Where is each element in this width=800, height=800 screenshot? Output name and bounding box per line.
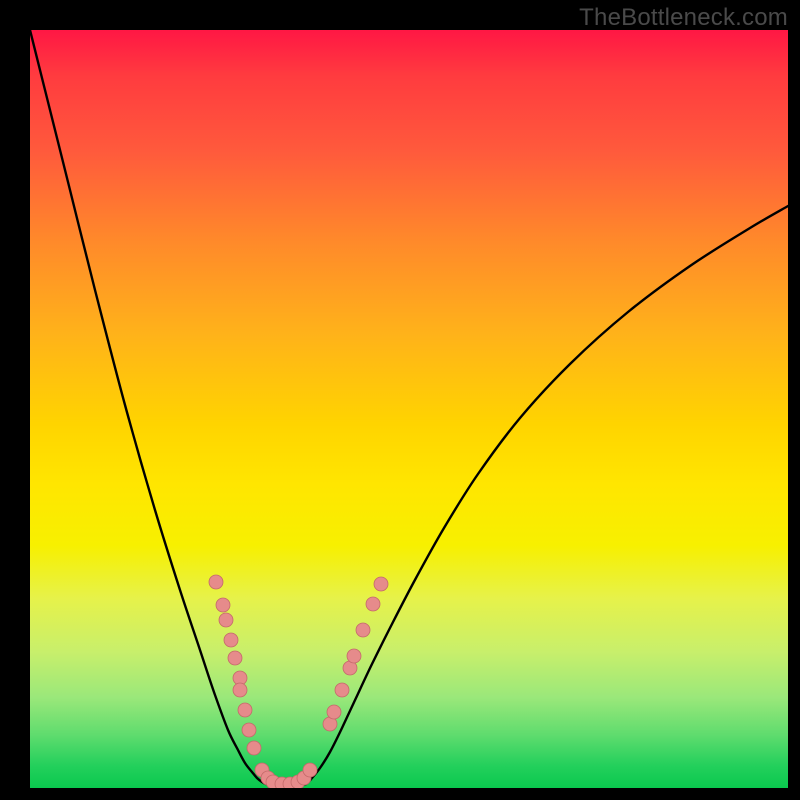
marker-dot (327, 705, 341, 719)
marker-dot (238, 703, 252, 717)
marker-dot (219, 613, 233, 627)
watermark-text: TheBottleneck.com (579, 4, 788, 32)
marker-dot (374, 577, 388, 591)
chart-frame: TheBottleneck.com (0, 0, 800, 800)
marker-dot (228, 651, 242, 665)
marker-dot (335, 683, 349, 697)
marker-dot (303, 763, 317, 777)
marker-dot (224, 633, 238, 647)
marker-dot (247, 741, 261, 755)
marker-dot (242, 723, 256, 737)
curve-layer (30, 30, 788, 788)
bottleneck-curve (30, 30, 788, 786)
marker-dot (347, 649, 361, 663)
marker-dot (356, 623, 370, 637)
marker-group (209, 575, 388, 788)
plot-area (30, 30, 788, 788)
marker-dot (366, 597, 380, 611)
marker-dot (209, 575, 223, 589)
marker-dot (233, 683, 247, 697)
marker-dot (216, 598, 230, 612)
